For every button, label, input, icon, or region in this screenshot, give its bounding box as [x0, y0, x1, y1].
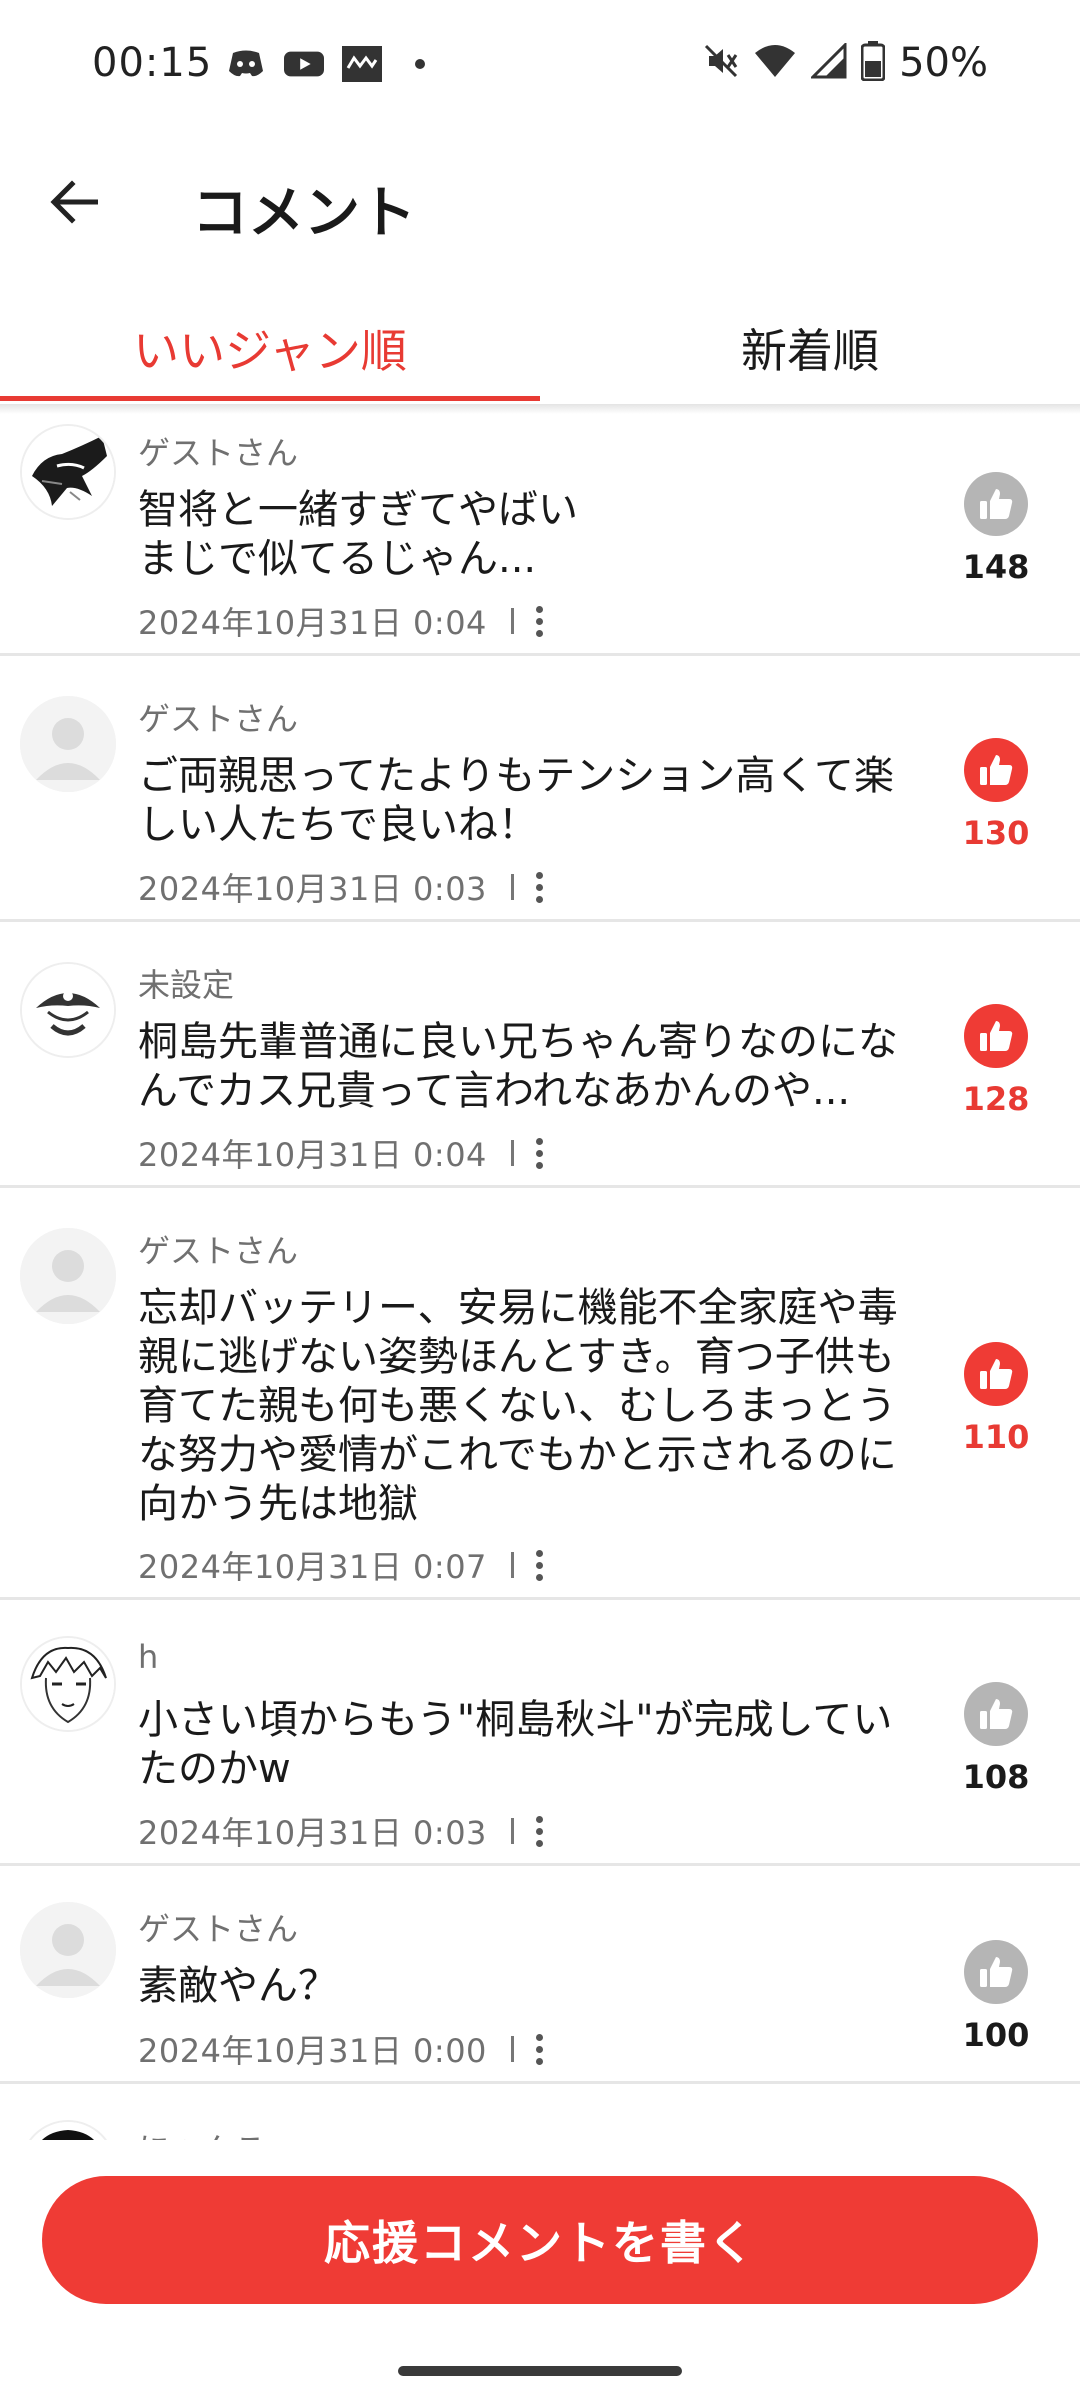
like-button[interactable]: 108 [954, 1682, 1038, 1796]
signal-icon [809, 41, 847, 83]
like-button[interactable]: 130 [954, 738, 1038, 852]
page-title: コメント [192, 181, 416, 246]
like-count: 100 [962, 2016, 1030, 2054]
comment-item: ゲストさん 智将と一緒すぎてやばい まじで似てるじゃん... 2024年10月3… [0, 408, 1080, 656]
more-options-icon[interactable] [530, 2033, 550, 2065]
comment-username: にゃんこ [138, 2124, 266, 2140]
comment-meta: 2024年10月31日 0:04 [138, 598, 550, 644]
comment-username: h [138, 1638, 159, 1676]
comment-username: ゲストさん [138, 1232, 299, 1270]
default-person-avatar[interactable] [20, 1228, 116, 1324]
thumbs-up-icon [964, 1342, 1028, 1406]
meta-divider [510, 1140, 514, 1166]
meta-divider [510, 1552, 514, 1578]
comment-text[interactable]: 小さい頃からもう"桐島秋斗"が完成してい たのかw [138, 1696, 918, 1794]
default-person-avatar[interactable] [20, 696, 116, 792]
thumbs-up-icon [964, 472, 1028, 536]
comment-date: 2024年10月31日 0:04 [138, 1136, 487, 1174]
comment-text[interactable]: 忘却バッテリー、安易に機能不全家庭や毒 親に逃げない姿勢ほんとすき。育つ子供も … [138, 1284, 918, 1529]
comment-username: 未設定 [138, 966, 235, 1004]
more-options-icon[interactable] [530, 1549, 550, 1581]
comment-list[interactable]: ゲストさん 智将と一緒すぎてやばい まじで似てるじゃん... 2024年10月3… [0, 408, 1080, 2140]
like-count: 110 [962, 1418, 1030, 1456]
more-options-icon[interactable] [530, 871, 550, 903]
thumbs-up-icon [964, 738, 1028, 802]
comment-meta: 2024年10月31日 0:03 [138, 1808, 550, 1854]
manga-face-avatar[interactable] [20, 1636, 116, 1732]
comment-text[interactable]: 智将と一緒すぎてやばい まじで似てるじゃん... [138, 486, 918, 584]
write-comment-button[interactable]: 応援コメントを書く [42, 2176, 1038, 2304]
comment-item: ゲストさん 忘却バッテリー、安易に機能不全家庭や毒 親に逃げない姿勢ほんとすき。… [0, 1188, 1080, 1600]
tab-newest[interactable]: 新着順 [540, 296, 1080, 400]
status-system-icons: 50% [703, 40, 988, 86]
dot-icon [400, 46, 440, 82]
comment-item: にゃんこ [0, 2084, 1080, 2140]
comment-text[interactable]: 桐島先輩普通に良い兄ちゃん寄りなのにな んでカス兄貴って言われなあかんのや... [138, 1018, 918, 1116]
back-button[interactable] [44, 172, 104, 232]
comment-item: h 小さい頃からもう"桐島秋斗"が完成してい たのかw 2024年10月31日 … [0, 1600, 1080, 1866]
youtube-icon [284, 46, 324, 82]
comment-date: 2024年10月31日 0:03 [138, 1814, 487, 1852]
thumbs-up-icon [964, 1004, 1028, 1068]
thumbs-up-icon [964, 1940, 1028, 2004]
like-button[interactable]: 148 [954, 472, 1038, 586]
sort-tabs: いいジャン順 新着順 [0, 296, 1080, 406]
like-count: 128 [962, 1080, 1030, 1118]
tab-popular[interactable]: いいジャン順 [0, 296, 540, 400]
comment-username: ゲストさん [138, 1910, 299, 1948]
more-options-icon[interactable] [530, 1815, 550, 1847]
comment-date: 2024年10月31日 0:04 [138, 604, 487, 642]
app-header: コメント [0, 134, 1080, 284]
comment-username: ゲストさん [138, 434, 299, 472]
battery-icon [860, 41, 886, 85]
like-button[interactable]: 128 [954, 1004, 1038, 1118]
comment-meta: 2024年10月31日 0:07 [138, 1542, 550, 1588]
pirate-avatar[interactable] [20, 962, 116, 1058]
comment-date: 2024年10月31日 0:03 [138, 870, 487, 908]
status-bar: 00:15 50% [0, 0, 1080, 134]
comment-meta: 2024年10月31日 0:04 [138, 1130, 550, 1176]
manga-character-avatar[interactable] [20, 424, 116, 520]
like-count: 108 [962, 1758, 1030, 1796]
mute-icon [703, 43, 739, 83]
home-indicator[interactable] [398, 2366, 682, 2376]
like-count: 130 [962, 814, 1030, 852]
arrow-left-icon [50, 180, 98, 224]
like-button[interactable]: 100 [954, 1940, 1038, 2054]
comment-date: 2024年10月31日 0:00 [138, 2032, 487, 2070]
meta-divider [510, 2036, 514, 2062]
comment-item: 未設定 桐島先輩普通に良い兄ちゃん寄りなのにな んでカス兄貴って言われなあかんの… [0, 922, 1080, 1188]
meta-divider [510, 1818, 514, 1844]
comment-text[interactable]: 素敵やん？ [138, 1962, 918, 2011]
more-options-icon[interactable] [530, 1137, 550, 1169]
comment-text[interactable]: ご両親思ってたよりもテンション高くて楽 しい人たちで良いね！ [138, 752, 918, 850]
wifi-icon [753, 43, 797, 83]
tab-indicator [0, 396, 540, 401]
comment-item: ゲストさん 素敵やん？ 2024年10月31日 0:00 100 [0, 1866, 1080, 2084]
status-time: 00:15 [92, 40, 213, 86]
like-button[interactable]: 110 [954, 1342, 1038, 1456]
like-count: 148 [962, 548, 1030, 586]
thumbs-up-icon [964, 1682, 1028, 1746]
meta-divider [510, 874, 514, 900]
comment-meta: 2024年10月31日 0:03 [138, 864, 550, 910]
comment-username: ゲストさん [138, 700, 299, 738]
status-notification-icons [226, 46, 440, 82]
dark-hair-avatar[interactable] [20, 2120, 116, 2140]
default-person-avatar[interactable] [20, 1902, 116, 1998]
bottom-action-bar: 応援コメントを書く [0, 2140, 1080, 2400]
meta-divider [510, 608, 514, 634]
battery-percent: 50% [899, 40, 988, 86]
more-options-icon[interactable] [530, 605, 550, 637]
comment-meta: 2024年10月31日 0:00 [138, 2026, 550, 2072]
comment-date: 2024年10月31日 0:07 [138, 1548, 487, 1586]
app-icon [342, 46, 382, 82]
comment-item: ゲストさん ご両親思ってたよりもテンション高くて楽 しい人たちで良いね！ 202… [0, 656, 1080, 922]
discord-icon [226, 46, 266, 82]
